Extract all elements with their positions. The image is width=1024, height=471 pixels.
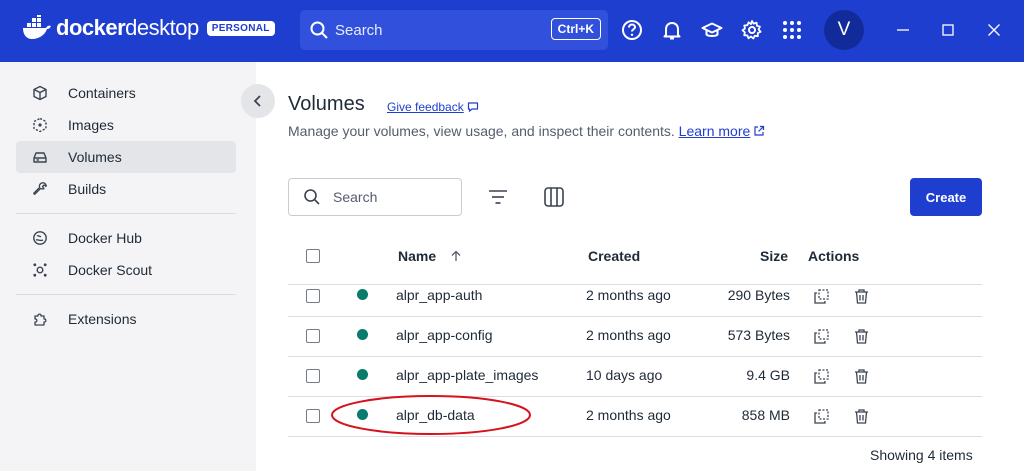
- column-header-created[interactable]: Created: [588, 248, 640, 264]
- sidebar-item-label: Images: [68, 117, 114, 133]
- logo-wordmark: dockerdesktop: [56, 15, 199, 40]
- volume-size: 858 MB: [741, 407, 790, 423]
- clone-icon[interactable]: [813, 368, 830, 385]
- volume-size: 9.4 GB: [746, 367, 790, 383]
- row-divider: [288, 316, 982, 317]
- image-layers-icon: [33, 117, 47, 133]
- docker-desktop-logo: dockerdesktop PERSONAL: [22, 15, 275, 41]
- table-header-divider: [288, 284, 982, 285]
- sidebar-item-label: Docker Hub: [68, 230, 142, 246]
- row-checkbox[interactable]: [306, 289, 320, 303]
- page-subtitle: Manage your volumes, view usage, and ins…: [288, 123, 765, 139]
- search-icon: [310, 21, 328, 39]
- sidebar-divider: [16, 213, 236, 214]
- clone-icon[interactable]: [813, 328, 830, 345]
- sidebar-item-builds[interactable]: Builds: [16, 173, 236, 205]
- sidebar-divider: [16, 294, 236, 295]
- scout-icon: [33, 263, 47, 277]
- close-icon[interactable]: [985, 21, 1003, 39]
- sidebar-item-images[interactable]: Images: [16, 109, 236, 141]
- row-divider: [288, 436, 982, 437]
- create-volume-button[interactable]: Create: [910, 178, 982, 216]
- in-use-status-dot: [357, 369, 368, 380]
- global-search-bar[interactable]: Search Ctrl+K: [300, 10, 608, 50]
- user-avatar[interactable]: V: [824, 10, 864, 50]
- feedback-chat-icon: [467, 102, 478, 112]
- sidebar-item-label: Containers: [68, 85, 136, 101]
- volume-created: 2 months ago: [586, 407, 671, 423]
- search-shortcut-hint: Ctrl+K: [550, 18, 601, 40]
- sidebar-item-docker-hub[interactable]: Docker Hub: [16, 222, 236, 254]
- docker-whale-icon: [23, 15, 51, 39]
- row-divider: [288, 396, 982, 397]
- sidebar-item-label: Volumes: [68, 149, 122, 165]
- sidebar-item-extensions[interactable]: Extensions: [16, 303, 236, 335]
- volume-created: 2 months ago: [586, 287, 671, 303]
- learning-cap-icon[interactable]: [701, 19, 723, 41]
- page-description: Manage your volumes, view usage, and ins…: [288, 123, 675, 139]
- chevron-left-icon: [253, 95, 261, 107]
- external-link-icon: [754, 125, 765, 136]
- item-count: Showing 4 items: [870, 447, 973, 463]
- learn-more-link[interactable]: Learn more: [679, 123, 751, 139]
- row-divider: [288, 356, 982, 357]
- clone-icon[interactable]: [813, 288, 830, 305]
- volume-size: 573 Bytes: [727, 327, 790, 343]
- puzzle-icon: [34, 313, 47, 326]
- volume-search-input[interactable]: [333, 189, 443, 205]
- volume-drive-icon: [33, 152, 47, 163]
- sidebar-item-label: Builds: [68, 181, 107, 197]
- trash-icon[interactable]: [853, 288, 870, 305]
- column-header-actions: Actions: [808, 248, 860, 264]
- trash-icon[interactable]: [853, 408, 870, 425]
- volume-name[interactable]: alpr_app-auth: [396, 287, 482, 303]
- column-header-size[interactable]: Size: [760, 248, 788, 264]
- volume-created: 2 months ago: [586, 327, 671, 343]
- volume-created: 10 days ago: [586, 367, 663, 383]
- volume-search-field[interactable]: [288, 178, 462, 216]
- column-header-name[interactable]: Name: [398, 248, 462, 264]
- global-search-placeholder: Search: [335, 21, 383, 39]
- column-header-name-label: Name: [398, 248, 437, 264]
- row-checkbox[interactable]: [306, 329, 320, 343]
- search-icon: [304, 189, 320, 205]
- container-cube-icon: [33, 85, 47, 101]
- help-icon[interactable]: [621, 19, 643, 41]
- gear-icon[interactable]: [741, 19, 763, 41]
- sidebar-item-containers[interactable]: Containers: [16, 77, 236, 109]
- in-use-status-dot: [357, 409, 368, 420]
- title-bar: dockerdesktop PERSONAL Search Ctrl+K V: [0, 0, 1024, 62]
- select-all-checkbox[interactable]: [306, 249, 320, 263]
- in-use-status-dot: [357, 289, 368, 300]
- hub-globe-icon: [33, 231, 47, 245]
- in-use-status-dot: [357, 329, 368, 340]
- sidebar-item-label: Docker Scout: [68, 262, 153, 278]
- filter-icon[interactable]: [487, 186, 509, 208]
- volume-name[interactable]: alpr_db-data: [396, 407, 475, 423]
- volume-name[interactable]: alpr_app-plate_images: [396, 367, 538, 383]
- collapse-sidebar-button[interactable]: [241, 84, 275, 118]
- grid-apps-icon[interactable]: [781, 19, 803, 41]
- row-checkbox[interactable]: [306, 369, 320, 383]
- volume-name[interactable]: alpr_app-config: [396, 327, 493, 343]
- volume-size: 290 Bytes: [727, 287, 790, 303]
- sidebar: Containers Images Volumes Builds Docker …: [0, 62, 256, 471]
- row-checkbox[interactable]: [306, 409, 320, 423]
- trash-icon[interactable]: [853, 328, 870, 345]
- give-feedback-link[interactable]: Give feedback: [387, 100, 479, 114]
- columns-icon[interactable]: [543, 186, 565, 208]
- sidebar-item-volumes[interactable]: Volumes: [16, 141, 236, 173]
- bell-icon[interactable]: [661, 19, 683, 41]
- give-feedback-label: Give feedback: [387, 100, 464, 114]
- sidebar-item-label: Extensions: [68, 311, 137, 327]
- page-title: Volumes: [288, 93, 365, 115]
- maximize-icon[interactable]: [939, 21, 957, 39]
- clone-icon[interactable]: [813, 408, 830, 425]
- wrench-icon: [33, 182, 47, 195]
- sidebar-item-docker-scout[interactable]: Docker Scout: [16, 254, 236, 286]
- sort-ascending-icon: [451, 250, 461, 261]
- minimize-icon[interactable]: [894, 21, 912, 39]
- trash-icon[interactable]: [853, 368, 870, 385]
- plan-badge: PERSONAL: [206, 20, 275, 36]
